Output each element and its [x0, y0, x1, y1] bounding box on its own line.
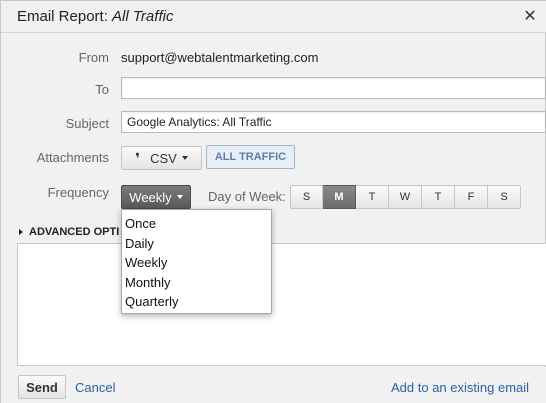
frequency-menu: Once Daily Weekly Monthly Quarterly	[121, 209, 272, 314]
message-body-textarea[interactable]	[17, 244, 546, 366]
frequency-option-quarterly[interactable]: Quarterly	[122, 292, 271, 312]
advanced-options-toggle[interactable]: ADVANCED OPTI	[19, 226, 119, 238]
send-button[interactable]: Send	[18, 375, 66, 399]
chevron-down-icon	[176, 195, 183, 199]
from-value: support@webtalentmarketing.com	[121, 50, 319, 65]
subject-label: Subject	[65, 116, 109, 131]
cancel-link[interactable]: Cancel	[75, 380, 115, 395]
dialog-title-report: All Traffic	[112, 8, 174, 25]
add-to-existing-email-link[interactable]: Add to an existing email	[391, 380, 529, 395]
day-of-week-selector: S M T W T F S	[290, 185, 521, 209]
attachment-format-label: CSV	[150, 150, 177, 166]
attachment-format-dropdown[interactable]: ❜ CSV	[121, 146, 202, 170]
email-report-dialog: Email Report: All Traffic ✕ From support…	[0, 0, 546, 403]
frequency-option-once[interactable]: Once	[122, 214, 271, 234]
to-input[interactable]	[121, 77, 546, 99]
frequency-option-weekly[interactable]: Weekly	[122, 253, 271, 273]
dialog-titlebar: Email Report: All Traffic ✕	[1, 1, 546, 33]
frequency-dropdown[interactable]: Weekly	[121, 185, 191, 209]
close-icon[interactable]: ✕	[520, 7, 540, 27]
chevron-down-icon	[181, 156, 188, 160]
day-button-thursday[interactable]: T	[422, 185, 455, 209]
frequency-option-daily[interactable]: Daily	[122, 234, 271, 254]
advanced-options-label: ADVANCED OPTI	[29, 226, 120, 238]
subject-input[interactable]	[121, 111, 546, 133]
day-button-tuesday[interactable]: T	[356, 185, 389, 209]
dialog-title-prefix: Email Report:	[17, 8, 113, 25]
attached-report-badge[interactable]: ALL TRAFFIC	[206, 145, 295, 169]
frequency-option-monthly[interactable]: Monthly	[122, 273, 271, 293]
attachments-label: Attachments	[36, 150, 109, 165]
day-of-week-label: Day of Week:	[208, 189, 286, 204]
day-button-wednesday[interactable]: W	[389, 185, 422, 209]
day-button-friday[interactable]: F	[455, 185, 488, 209]
frequency-label: Frequency	[47, 185, 109, 200]
day-button-saturday[interactable]: S	[488, 185, 521, 209]
dialog-title: Email Report: All Traffic	[17, 8, 173, 25]
day-button-monday[interactable]: M	[323, 185, 356, 209]
day-button-sunday[interactable]: S	[290, 185, 323, 209]
frequency-value: Weekly	[129, 189, 172, 205]
chevron-right-icon	[19, 229, 23, 235]
from-label: From	[78, 50, 109, 65]
to-label: To	[95, 82, 109, 97]
attachment-mark-icon: ❜	[135, 149, 141, 166]
